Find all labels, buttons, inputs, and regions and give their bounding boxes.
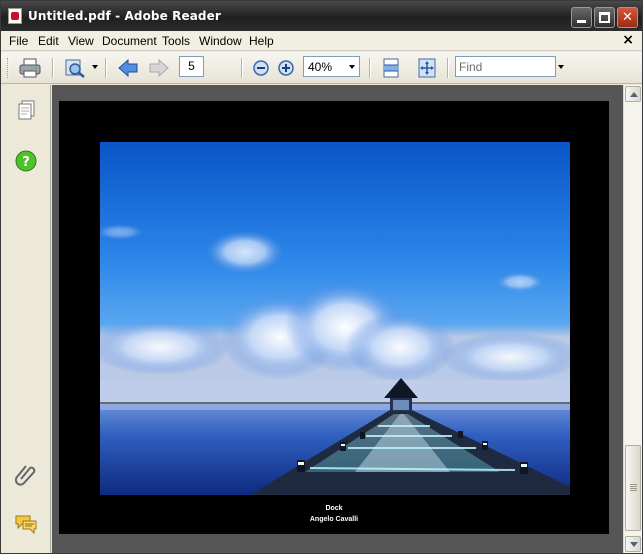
print-icon[interactable] bbox=[18, 57, 42, 79]
close-icon: ✕ bbox=[622, 10, 633, 25]
dock-photo bbox=[100, 142, 570, 495]
toolbar-separator bbox=[52, 58, 54, 78]
zoom-select[interactable]: 40% bbox=[303, 56, 360, 77]
chevron-down-icon[interactable] bbox=[92, 65, 98, 69]
title-bar[interactable]: Untitled.pdf - Adobe Reader ✕ bbox=[1, 1, 642, 31]
toolbar-separator bbox=[241, 58, 243, 78]
menu-window[interactable]: Window bbox=[199, 34, 242, 48]
chevron-down-icon[interactable] bbox=[349, 65, 355, 69]
attachments-icon[interactable] bbox=[13, 461, 39, 487]
close-window-button[interactable]: ✕ bbox=[617, 7, 638, 28]
find-field[interactable] bbox=[455, 56, 556, 77]
menu-file[interactable]: File bbox=[9, 34, 28, 48]
chevron-up-icon bbox=[630, 92, 638, 97]
chevron-down-icon bbox=[630, 542, 638, 547]
navigation-pane: ? bbox=[1, 85, 51, 553]
next-page-icon[interactable] bbox=[147, 57, 171, 79]
vertical-scrollbar[interactable] bbox=[623, 85, 642, 553]
zoom-in-icon[interactable] bbox=[275, 57, 299, 79]
scrollbar-thumb[interactable] bbox=[625, 445, 641, 531]
find-input[interactable] bbox=[459, 58, 554, 75]
menu-view[interactable]: View bbox=[68, 34, 94, 48]
search-people-icon[interactable] bbox=[63, 57, 87, 79]
toolbar-grip[interactable] bbox=[7, 58, 10, 78]
fit-width-icon[interactable] bbox=[379, 57, 403, 79]
grip-icon bbox=[630, 484, 637, 492]
page-number-input[interactable]: 5 bbox=[179, 56, 204, 77]
zoom-value: 40% bbox=[308, 60, 333, 74]
menu-edit[interactable]: Edit bbox=[38, 34, 59, 48]
zoom-out-icon[interactable] bbox=[250, 57, 274, 79]
menu-document[interactable]: Document bbox=[102, 34, 157, 48]
toolbar-separator bbox=[105, 58, 107, 78]
close-document-button[interactable]: × bbox=[622, 32, 634, 48]
menu-bar: File Edit View Document Tools Window Hel… bbox=[1, 31, 642, 51]
toolbar-separator bbox=[369, 58, 371, 78]
photo-caption-author: Angelo Cavalli bbox=[309, 516, 359, 523]
minimize-button[interactable] bbox=[571, 7, 592, 28]
photo-caption-title: Dock bbox=[325, 505, 343, 512]
minimize-icon bbox=[577, 20, 586, 23]
comments-icon[interactable] bbox=[13, 511, 39, 537]
find-options-chevron-icon[interactable] bbox=[558, 65, 564, 69]
previous-page-icon[interactable] bbox=[116, 57, 140, 79]
document-area[interactable]: Dock Angelo Cavalli bbox=[52, 85, 623, 553]
menu-help[interactable]: Help bbox=[249, 34, 274, 48]
pages-icon[interactable] bbox=[13, 99, 39, 125]
scroll-up-button[interactable] bbox=[625, 86, 641, 102]
window-title: Untitled.pdf - Adobe Reader bbox=[28, 9, 221, 23]
maximize-button[interactable] bbox=[594, 7, 615, 28]
toolbar-separator bbox=[447, 58, 449, 78]
pdf-app-icon[interactable] bbox=[8, 8, 22, 24]
menu-tools[interactable]: Tools bbox=[162, 34, 190, 48]
app-window: Untitled.pdf - Adobe Reader ✕ File Edit … bbox=[0, 0, 643, 554]
svg-text:?: ? bbox=[22, 155, 30, 170]
pdf-page[interactable]: Dock Angelo Cavalli bbox=[59, 101, 609, 534]
help-icon[interactable]: ? bbox=[13, 148, 39, 174]
scroll-down-button[interactable] bbox=[625, 536, 641, 552]
fit-page-icon[interactable] bbox=[415, 57, 439, 79]
maximize-icon bbox=[599, 12, 610, 23]
